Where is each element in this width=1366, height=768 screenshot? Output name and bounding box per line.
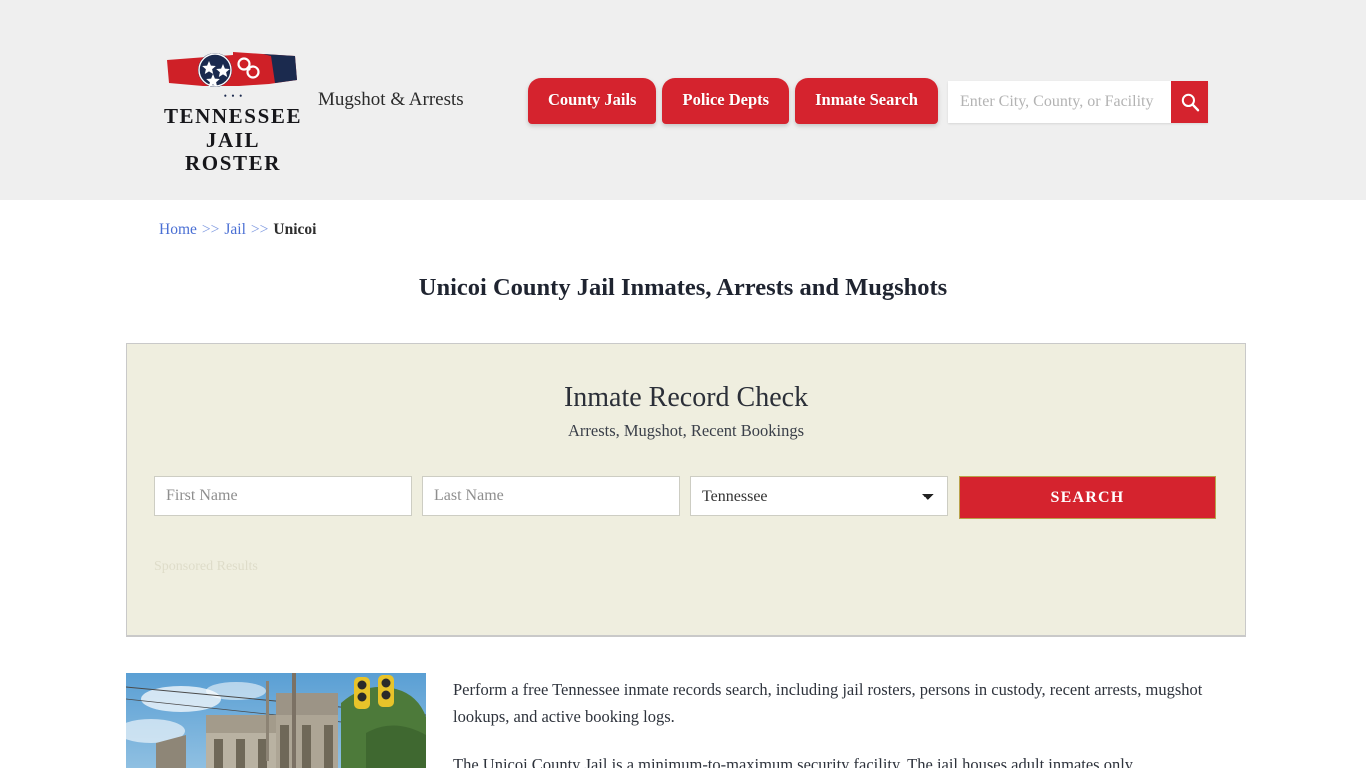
unicoi-county-jail-building-photo[interactable] xyxy=(126,673,426,768)
first-name-input[interactable] xyxy=(154,476,412,516)
record-check-subtitle: Arrests, Mugshot, Recent Bookings xyxy=(567,421,805,440)
logo-text-line1: TENNESSEE xyxy=(163,104,303,128)
main-navigation: County Jails Police Depts Inmate Search xyxy=(528,78,938,124)
site-logo[interactable]: TENNESSEE JAIL ROSTER xyxy=(158,50,308,175)
site-tagline: Mugshot & Arrests xyxy=(318,89,464,110)
breadcrumb-home[interactable]: Home xyxy=(159,221,197,238)
header-search-button[interactable] xyxy=(1171,81,1208,123)
article-body: Perform a free Tennessee inmate records … xyxy=(453,673,1218,768)
inmate-record-check-panel: Inmate Record Check Arrests, Mugshot, Re… xyxy=(126,343,1246,636)
search-icon xyxy=(1181,93,1199,112)
article-paragraph-1: Perform a free Tennessee inmate records … xyxy=(453,680,1203,726)
breadcrumb-jail[interactable]: Jail xyxy=(224,221,246,238)
logo-text-line2: JAIL ROSTER xyxy=(185,127,281,176)
breadcrumb-separator-1: >> xyxy=(201,221,220,238)
state-select[interactable]: Tennessee xyxy=(690,476,948,516)
inmate-record-search-form: Tennessee SEARCH xyxy=(154,476,1245,519)
article-paragraph-2: The Unicoi County Jail is a minimum-to-m… xyxy=(453,755,1134,768)
record-check-search-button[interactable]: SEARCH xyxy=(959,476,1216,519)
record-check-title: Inmate Record Check xyxy=(563,382,809,413)
header-search xyxy=(948,81,1208,123)
nav-tab-police-depts[interactable]: Police Depts xyxy=(662,78,790,124)
page-title: Unicoi County Jail Inmates, Arrests and … xyxy=(418,274,948,301)
header-inner: TENNESSEE JAIL ROSTER Mugshot & Arrests … xyxy=(123,0,1243,200)
main-content: Home >> Jail >> Unicoi Unicoi County Jail In… xyxy=(123,200,1246,768)
article-section: Perform a free Tennessee inmate records … xyxy=(126,673,1243,768)
breadcrumb-separator-2: >> xyxy=(250,221,269,238)
nav-tab-inmate-search[interactable]: Inmate Search xyxy=(795,78,938,124)
sponsored-results-label: Sponsored Results xyxy=(154,559,258,574)
tennessee-state-handcuffs-logo-icon xyxy=(163,50,303,92)
breadcrumb: Home >> Jail >> Unicoi xyxy=(123,200,1243,239)
last-name-input[interactable] xyxy=(422,476,680,516)
breadcrumb-current: Unicoi xyxy=(273,221,317,238)
header-search-input[interactable] xyxy=(948,81,1171,123)
site-header: TENNESSEE JAIL ROSTER Mugshot & Arrests … xyxy=(0,0,1366,200)
logo-divider xyxy=(178,88,288,104)
nav-tab-county-jails[interactable]: County Jails xyxy=(528,78,657,124)
